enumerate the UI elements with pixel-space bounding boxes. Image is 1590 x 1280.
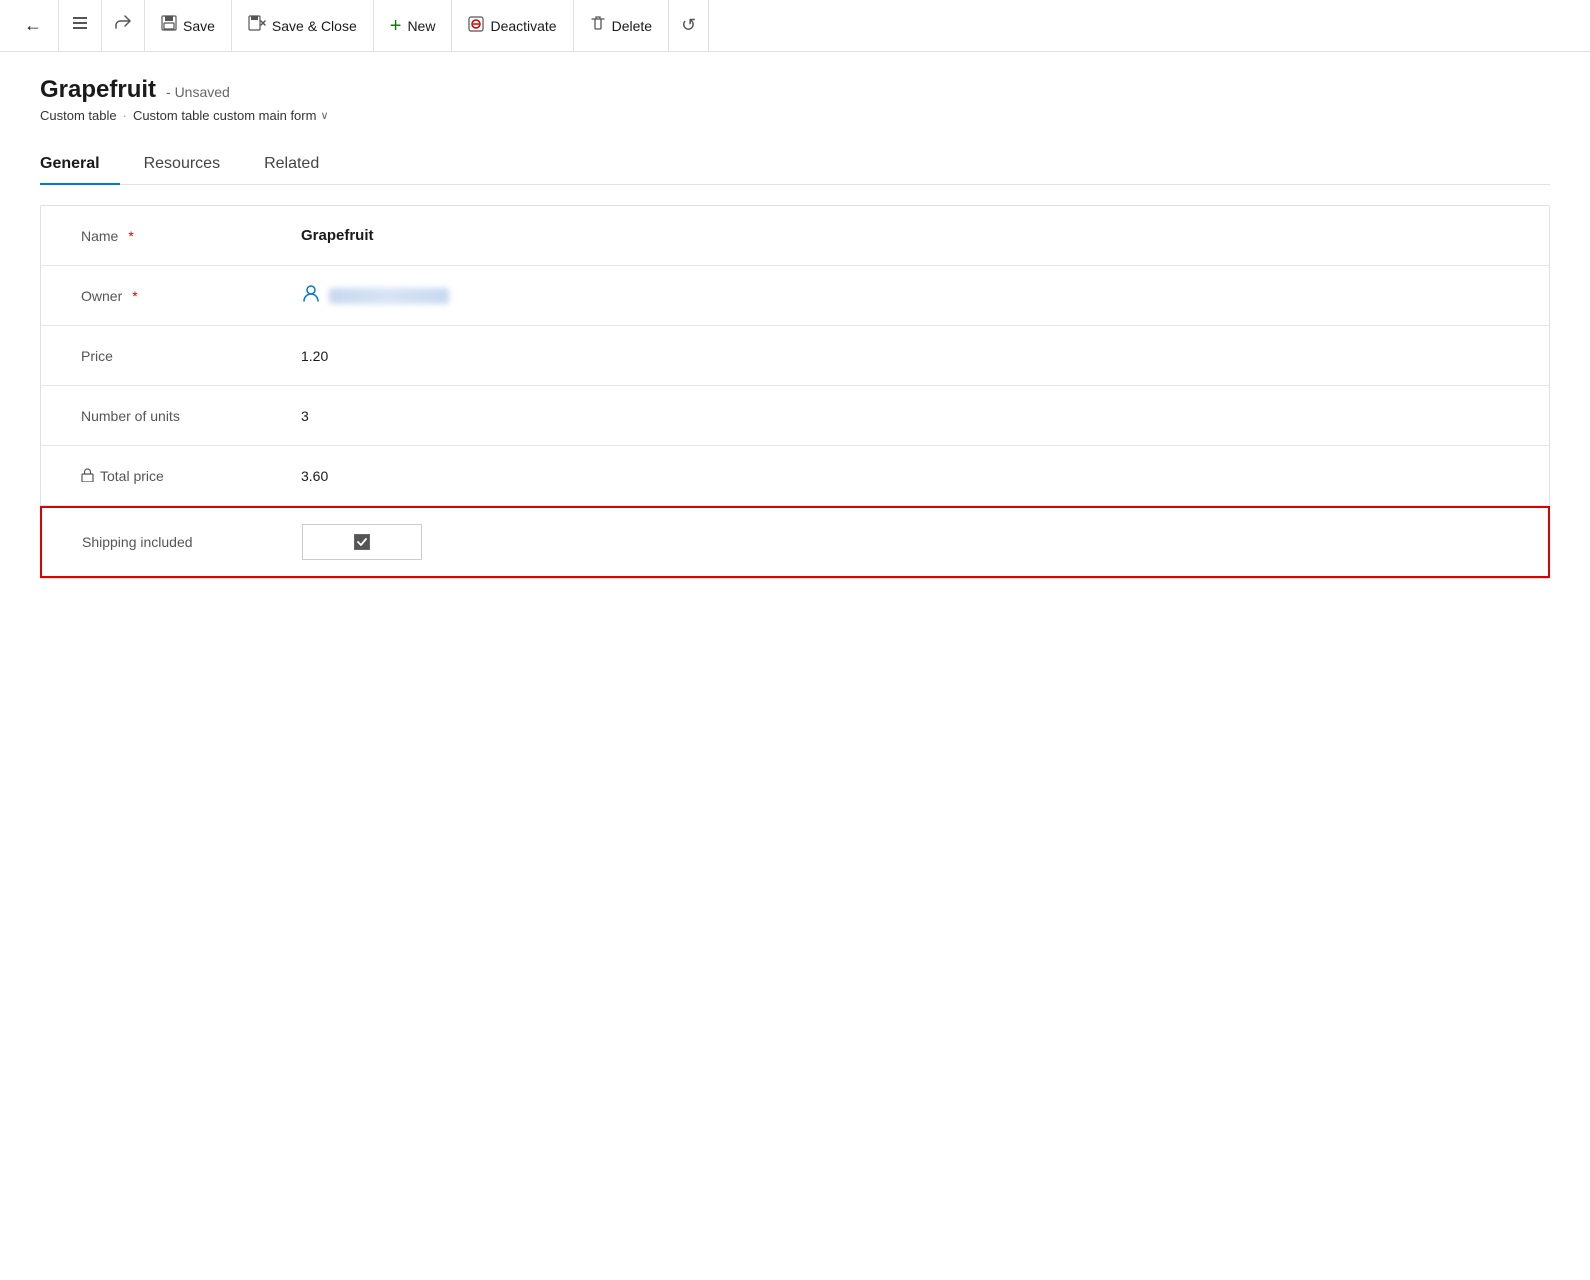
list-icon: [71, 14, 89, 37]
field-units-label: Number of units: [81, 408, 301, 424]
field-total-price-value: 3.60: [301, 468, 1509, 484]
record-header: Grapefruit - Unsaved Custom table · Cust…: [40, 76, 1550, 123]
delete-button[interactable]: Delete: [574, 0, 669, 51]
refresh-icon: ↺: [681, 15, 696, 36]
toolbar: ← Save: [0, 0, 1590, 52]
record-title-row: Grapefruit - Unsaved: [40, 76, 1550, 104]
field-price-value[interactable]: 1.20: [301, 348, 1509, 364]
refresh-button[interactable]: ↺: [669, 0, 709, 51]
lock-icon: [81, 467, 94, 485]
field-owner-row: Owner *: [41, 266, 1549, 326]
field-owner-label: Owner *: [81, 288, 301, 304]
field-units-value[interactable]: 3: [301, 408, 1509, 424]
save-close-button[interactable]: Save & Close: [232, 0, 374, 51]
deactivate-icon: [468, 16, 484, 35]
owner-required-star: *: [132, 288, 137, 304]
new-button[interactable]: + New: [374, 0, 453, 51]
save-close-label: Save & Close: [272, 18, 357, 34]
field-shipping-value[interactable]: [302, 524, 1508, 560]
breadcrumb-form-link[interactable]: Custom table custom main form ∨: [133, 108, 329, 123]
breadcrumb-separator: ·: [123, 108, 127, 123]
share-button[interactable]: [102, 0, 145, 51]
record-name: Grapefruit: [40, 76, 156, 104]
save-label: Save: [183, 18, 215, 34]
name-required-star: *: [128, 228, 133, 244]
new-label: New: [407, 18, 435, 34]
back-icon: ←: [24, 15, 42, 36]
delete-icon: [590, 15, 606, 36]
new-icon: +: [390, 16, 402, 36]
breadcrumb: Custom table · Custom table custom main …: [40, 108, 1550, 123]
owner-person-icon: [301, 283, 321, 308]
unsaved-indicator: - Unsaved: [166, 84, 230, 100]
shipping-checkbox[interactable]: [354, 534, 370, 550]
field-price-label: Price: [81, 348, 301, 364]
field-total-price-label: Total price: [81, 467, 301, 485]
field-price-row: Price 1.20: [41, 326, 1549, 386]
save-button[interactable]: Save: [145, 0, 232, 51]
breadcrumb-table: Custom table: [40, 108, 117, 123]
deactivate-button[interactable]: Deactivate: [452, 0, 573, 51]
back-button[interactable]: ←: [8, 0, 59, 51]
form-container: Name * Grapefruit Owner *: [40, 205, 1550, 579]
main-content: Grapefruit - Unsaved Custom table · Cust…: [0, 52, 1590, 603]
owner-name-blurred: [329, 288, 449, 304]
list-view-button[interactable]: [59, 0, 102, 51]
tab-bar: General Resources Related: [40, 143, 1550, 185]
tab-related[interactable]: Related: [264, 143, 339, 185]
deactivate-label: Deactivate: [490, 18, 556, 34]
save-close-icon: [248, 15, 266, 36]
save-icon: [161, 15, 177, 36]
field-name-value[interactable]: Grapefruit: [301, 227, 1509, 244]
breadcrumb-chevron-icon: ∨: [320, 109, 328, 122]
tab-resources[interactable]: Resources: [144, 143, 240, 185]
field-shipping-row: Shipping included: [40, 506, 1550, 578]
field-units-row: Number of units 3: [41, 386, 1549, 446]
breadcrumb-form-label: Custom table custom main form: [133, 108, 317, 123]
delete-label: Delete: [612, 18, 652, 34]
field-shipping-label: Shipping included: [82, 534, 302, 550]
field-total-price-row: Total price 3.60: [41, 446, 1549, 506]
field-name-row: Name * Grapefruit: [41, 206, 1549, 266]
field-name-label: Name *: [81, 228, 301, 244]
shipping-checkbox-container[interactable]: [302, 524, 422, 560]
tab-general[interactable]: General: [40, 143, 120, 185]
share-icon: [114, 14, 132, 37]
field-owner-value[interactable]: [301, 283, 1509, 308]
